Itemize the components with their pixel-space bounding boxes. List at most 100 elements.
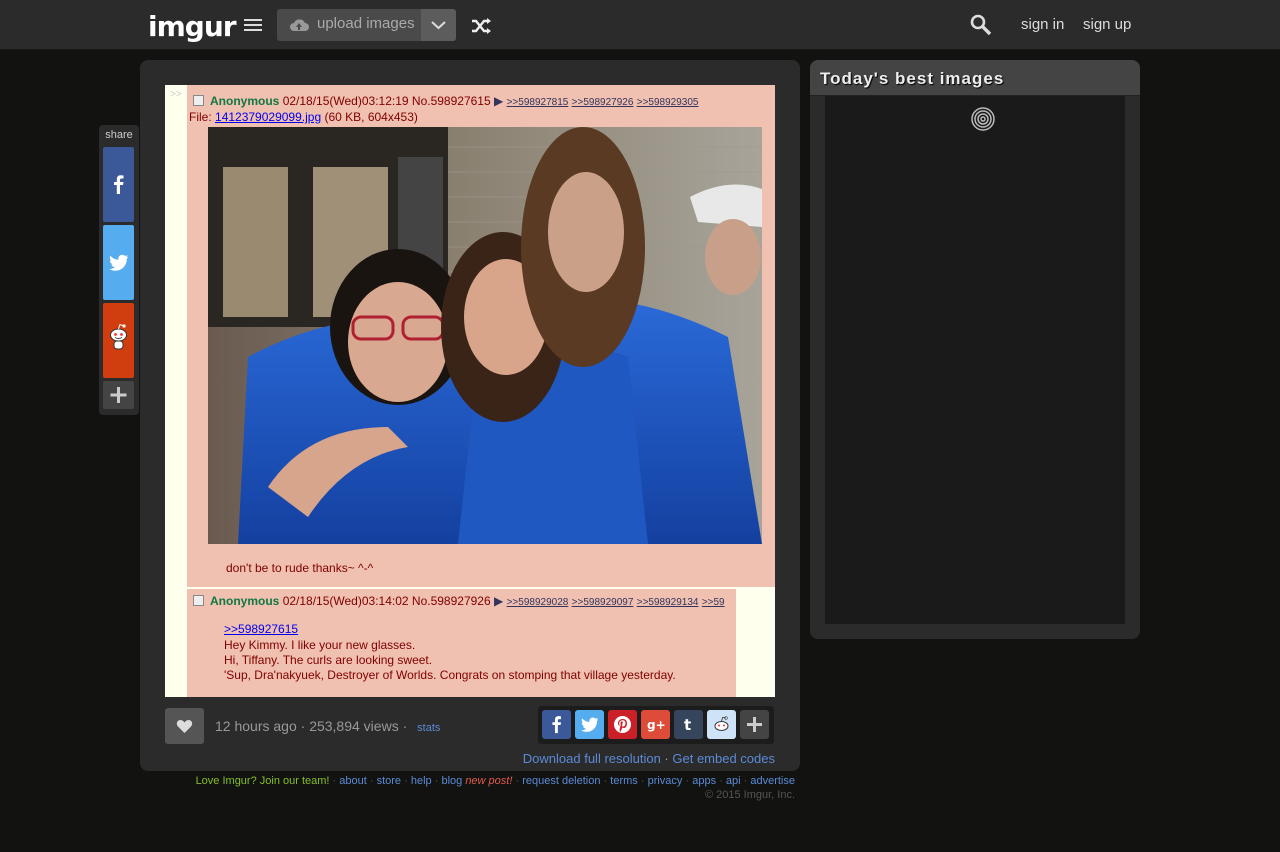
footer: Love Imgur? Join our team! · about · sto… [140,775,795,801]
copyright: © 2015 Imgur, Inc. [704,789,795,801]
file-line: File: 1412379029099.jpg (60 KB, 604x453) [189,110,418,124]
chevron-down-icon [431,21,446,30]
post-2-header: Anonymous 02/18/15(Wed)03:14:02 No.59892… [193,594,725,608]
file-label: File: [189,110,212,124]
sign-in-link[interactable]: sign in [1021,16,1064,33]
download-row: Download full resolution · Get embed cod… [522,751,775,766]
reply-link: >>598927926 [571,97,634,108]
meta-row: 12 hours ago · 253,894 views · stats g+ … [165,706,775,744]
post-gutter: >> [165,85,187,587]
share-twitter-icon[interactable] [575,710,604,739]
favorite-button[interactable] [165,708,204,744]
search-icon[interactable] [970,14,992,36]
new-post-label: new post! [465,775,513,787]
file-info: (60 KB, 604x453) [324,110,418,124]
post-2-line: Hi, Tiffany. The curls are looking sweet… [224,653,433,667]
twitter-icon [109,254,128,271]
reddit-icon [110,323,127,350]
todays-best-panel: Today's best images [810,60,1140,639]
footer-link-apps[interactable]: apps [692,775,716,787]
post-2-line: 'Sup, Dra'nakyuek, Destroyer of Worlds. … [224,668,676,682]
reply-link: >>59 [701,597,725,608]
post-number: No.598927615 [411,94,491,108]
join-team-link[interactable]: Love Imgur? Join our team! [196,775,330,787]
download-full-resolution-link[interactable]: Download full resolution [523,751,661,766]
reply-link: >>598929097 [571,597,634,608]
checkbox [193,595,204,606]
poster-name: Anonymous [210,94,280,108]
footer-link-store[interactable]: store [377,775,401,787]
view-count: 253,894 views [309,718,399,734]
file-name: 1412379029099.jpg [215,110,322,124]
share-reddit-icon[interactable] [707,710,736,739]
chan-post-1: >> Anonymous 02/18/15(Wed)03:12:19 No.59… [165,85,775,587]
footer-link-advertise[interactable]: advertise [750,775,795,787]
footer-link-help[interactable]: help [411,775,432,787]
footer-link-about[interactable]: about [339,775,367,787]
share-twitter-button[interactable] [103,225,134,300]
shuffle-icon[interactable] [470,16,492,36]
share-facebook-icon[interactable] [542,710,571,739]
share-facebook-button[interactable] [103,147,134,222]
post-datetime: 02/18/15(Wed)03:12:19 [282,94,409,108]
menu-arrow-icon: ▶ [494,94,504,108]
footer-links: Love Imgur? Join our team! · about · sto… [195,775,795,787]
menu-arrow-icon: ▶ [494,594,504,608]
chan-post-2-row: Anonymous 02/18/15(Wed)03:14:02 No.59892… [165,587,775,697]
quote-link: >>598927615 [224,622,299,636]
reply-link: >>598929305 [636,97,699,108]
reply-link: >>598929134 [636,597,699,608]
post-image[interactable]: >> Anonymous 02/18/15(Wed)03:12:19 No.59… [165,85,775,697]
reply-marker: >> [170,89,182,100]
todays-best-title: Today's best images [820,69,1005,88]
post-number: No.598927926 [411,594,491,608]
todays-best-content [825,96,1125,624]
loading-spinner-icon [971,107,995,131]
share-google-plus-icon[interactable]: g+ [641,710,670,739]
checkbox [193,95,204,106]
chan-post-2: Anonymous 02/18/15(Wed)03:14:02 No.59892… [187,589,736,697]
stats-link[interactable]: stats [417,722,440,734]
post-panel: >> Anonymous 02/18/15(Wed)03:12:19 No.59… [140,60,800,771]
post-datetime: 02/18/15(Wed)03:14:02 [282,594,409,608]
footer-link-request-deletion[interactable]: request deletion [522,775,600,787]
share-pinterest-icon[interactable] [608,710,637,739]
footer-link-terms[interactable]: terms [610,775,638,787]
reply-link: >>598929028 [506,597,569,608]
svg-text:g+: g+ [647,718,665,732]
photo-illustration [208,127,762,544]
upload-dropdown-button[interactable] [421,9,456,41]
top-bar: imgur upload images sign in sign up [0,0,1280,50]
post-meta: 12 hours ago · 253,894 views · stats [215,718,441,734]
upload-main[interactable]: upload images [277,9,421,41]
svg-text:t: t [684,716,691,734]
get-embed-codes-link[interactable]: Get embed codes [672,751,775,766]
footer-link-blog[interactable]: blog [441,775,462,787]
footer-link-api[interactable]: api [726,775,741,787]
share-sidebar: share [99,125,139,415]
share-icons-bar: g+ t [538,706,774,744]
post-2-line: Hey Kimmy. I like your new glasses. [224,638,416,652]
imgur-logo[interactable]: imgur [148,10,237,43]
menu-icon[interactable] [242,16,264,34]
todays-best-header: Today's best images [810,60,1140,96]
poster-name: Anonymous [210,594,280,608]
facebook-icon [114,175,124,194]
post-1-header: Anonymous 02/18/15(Wed)03:12:19 No.59892… [193,94,698,108]
post-1-comment: don't be to rude thanks~ ^-^ [226,561,374,575]
share-title: share [105,129,133,141]
share-more-button[interactable] [103,381,134,409]
sign-up-link[interactable]: sign up [1083,16,1131,33]
share-reddit-button[interactable] [103,303,134,378]
heart-icon [176,719,193,733]
plus-icon [110,387,127,403]
reply-link: >>598927815 [506,97,569,108]
footer-link-privacy[interactable]: privacy [648,775,683,787]
cloud-upload-icon [290,19,309,31]
share-tumblr-icon[interactable]: t [674,710,703,739]
post-time: 12 hours ago [215,718,297,734]
share-more-icon[interactable] [740,710,769,739]
graduation-photo [208,127,762,544]
upload-label: upload images [317,15,415,32]
upload-images-button[interactable]: upload images [277,9,456,41]
